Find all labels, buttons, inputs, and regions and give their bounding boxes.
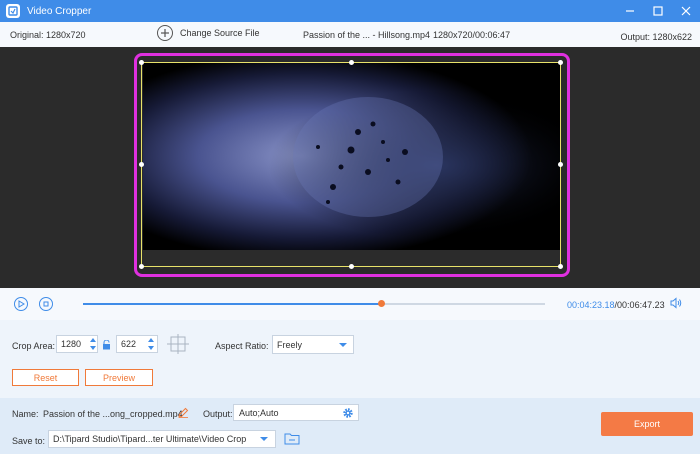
minimize-button[interactable] xyxy=(616,0,644,22)
crosshair-icon xyxy=(167,334,189,354)
total-time: /00:06:47.23 xyxy=(614,300,665,310)
lock-icon xyxy=(103,339,110,350)
crop-handle-bottom-right[interactable] xyxy=(558,264,563,269)
close-icon xyxy=(681,6,691,16)
crop-handle-bottom-left[interactable] xyxy=(139,264,144,269)
preview-button[interactable]: Preview xyxy=(85,369,153,386)
current-time: 00:04:23.18 xyxy=(567,300,615,310)
chevron-up-icon xyxy=(90,338,96,342)
app-logo-icon xyxy=(6,4,20,18)
crop-area-label: Crop Area: xyxy=(12,341,56,351)
dropdown-arrow-icon xyxy=(339,343,347,347)
crop-handle-top-left[interactable] xyxy=(139,60,144,65)
crop-handle-left[interactable] xyxy=(139,162,144,167)
crop-width-value: 1280 xyxy=(61,339,82,349)
video-preview xyxy=(0,47,700,288)
crop-height-stepper[interactable] xyxy=(146,335,156,353)
change-source-label: Change Source File xyxy=(180,28,260,38)
aspect-ratio-label: Aspect Ratio: xyxy=(215,341,269,351)
play-icon xyxy=(18,300,25,308)
chevron-down-icon xyxy=(90,346,96,350)
save-to-label: Save to: xyxy=(12,436,46,446)
crop-settings: Crop Area: 1280 622 Aspect Ratio: Freely… xyxy=(0,320,700,398)
stop-icon xyxy=(43,301,49,307)
plus-icon xyxy=(157,25,173,41)
info-bar: Original: 1280x720 Change Source File Pa… xyxy=(0,22,700,47)
maximize-button[interactable] xyxy=(644,0,672,22)
volume-icon xyxy=(670,297,682,309)
output-resolution: Output: 1280x622 xyxy=(620,32,692,42)
title-bar: Video Cropper xyxy=(0,0,700,22)
volume-button[interactable] xyxy=(670,297,682,311)
crop-handle-top-right[interactable] xyxy=(558,60,563,65)
crop-box[interactable] xyxy=(139,60,563,269)
output-label: Output: xyxy=(203,409,233,419)
aspect-ratio-value: Freely xyxy=(277,339,303,350)
chevron-up-icon xyxy=(148,338,154,342)
export-button[interactable]: Export xyxy=(601,412,693,436)
window-title: Video Cropper xyxy=(27,5,92,17)
name-label: Name: xyxy=(12,409,39,419)
gear-icon xyxy=(343,408,353,418)
stop-button[interactable] xyxy=(39,297,53,311)
center-crop-button[interactable] xyxy=(167,334,189,356)
playback-controls: 00:04:23.18/00:06:47.23 xyxy=(0,288,700,320)
timeline-knob[interactable] xyxy=(378,300,386,307)
timeline-progress xyxy=(83,303,382,305)
source-file-name: Passion of the ... - Hillsong.mp4 xyxy=(303,30,431,40)
open-folder-button[interactable] xyxy=(284,432,300,447)
save-path-dropdown-icon[interactable] xyxy=(260,437,268,441)
crop-width-stepper[interactable] xyxy=(88,335,98,353)
original-resolution: Original: 1280x720 xyxy=(10,30,86,40)
play-button[interactable] xyxy=(14,297,28,311)
crop-handle-bottom[interactable] xyxy=(349,264,354,269)
output-settings-button[interactable] xyxy=(342,407,354,421)
crop-handle-right[interactable] xyxy=(558,162,563,167)
timeline-slider[interactable] xyxy=(83,300,545,307)
close-button[interactable] xyxy=(672,0,700,22)
chevron-down-icon xyxy=(148,346,154,350)
crop-handle-top[interactable] xyxy=(349,60,354,65)
folder-icon xyxy=(284,433,300,445)
output-format-field[interactable]: Auto;Auto xyxy=(233,404,359,421)
source-file-meta: 1280x720/00:06:47 xyxy=(433,30,511,40)
reset-button[interactable]: Reset xyxy=(12,369,79,386)
time-display: 00:04:23.18/00:06:47.23 xyxy=(567,300,665,310)
aspect-lock-button[interactable] xyxy=(102,339,111,352)
pencil-icon xyxy=(178,407,189,418)
crop-height-value: 622 xyxy=(121,339,137,349)
output-format-value: Auto;Auto xyxy=(239,407,279,418)
save-path-select[interactable]: D:\Tipard Studio\Tipard...ter Ultimate\V… xyxy=(48,430,276,448)
save-path-value: D:\Tipard Studio\Tipard...ter Ultimate\V… xyxy=(53,434,247,444)
change-source-button[interactable]: Change Source File xyxy=(157,25,260,41)
aspect-ratio-select[interactable]: Freely xyxy=(272,335,354,354)
output-file-name: Passion of the ...ong_cropped.mp4 xyxy=(43,409,183,419)
edit-name-button[interactable] xyxy=(178,407,189,420)
output-panel: Name: Passion of the ...ong_cropped.mp4 … xyxy=(0,398,700,454)
